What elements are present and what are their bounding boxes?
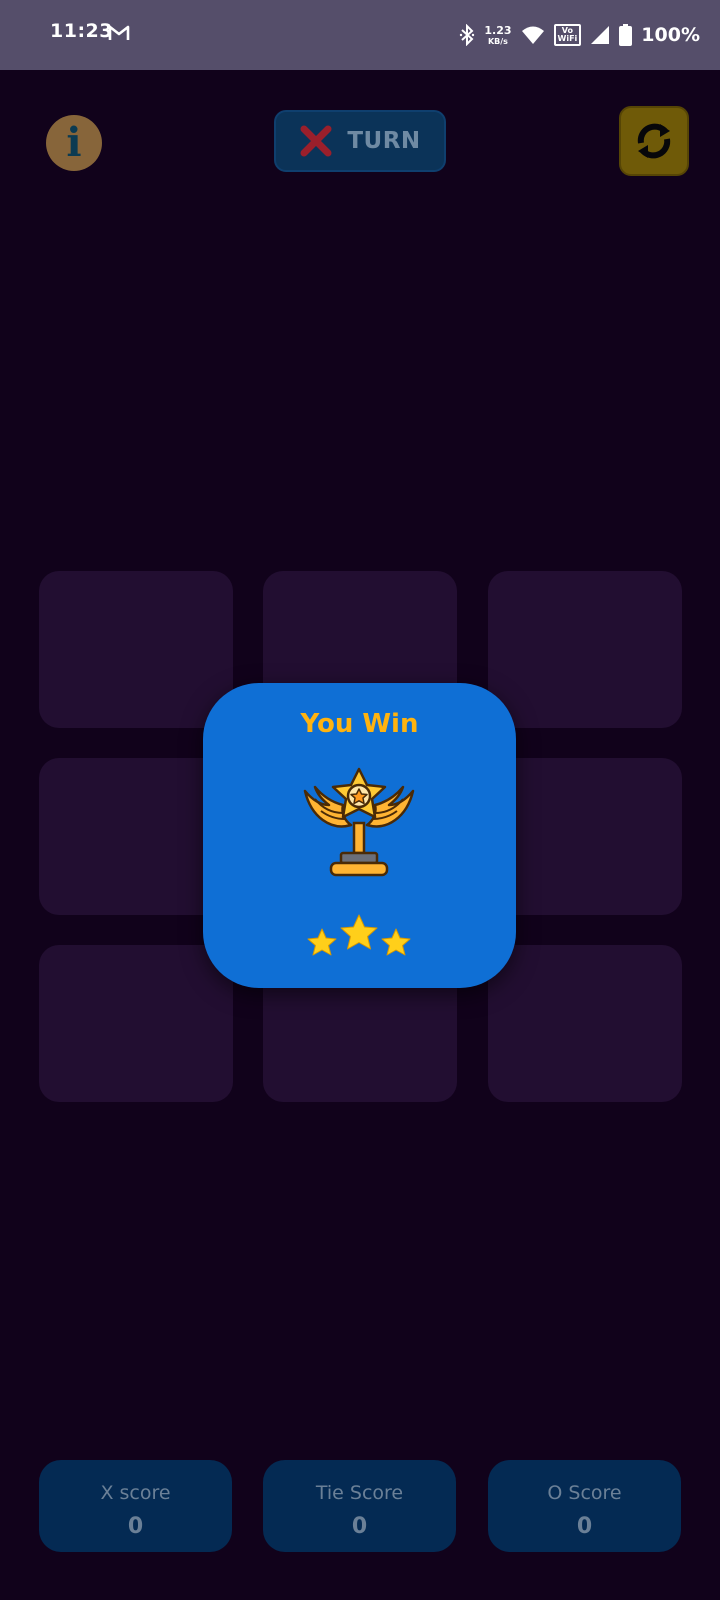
score-o: O Score 0 [488, 1460, 681, 1552]
board-cell-3[interactable] [488, 571, 682, 728]
restart-button[interactable] [619, 106, 689, 176]
win-dialog[interactable]: You Win [203, 683, 516, 988]
score-x-label: X score [100, 1482, 171, 1504]
star-rating [307, 914, 411, 956]
board-cell-7[interactable] [39, 945, 233, 1102]
board-cell-9[interactable] [488, 945, 682, 1102]
win-title: You Win [300, 709, 419, 739]
score-x-value: 0 [127, 1514, 144, 1539]
turn-indicator: TURN [274, 110, 446, 172]
star-icon [340, 914, 378, 950]
board-cell-6[interactable] [488, 758, 682, 915]
score-o-label: O Score [547, 1482, 622, 1504]
star-icon [307, 928, 337, 956]
info-button[interactable]: i [46, 115, 102, 171]
score-o-value: 0 [576, 1514, 593, 1539]
star-icon [381, 928, 411, 956]
score-x: X score 0 [39, 1460, 232, 1552]
winged-star-trophy-icon [303, 767, 415, 877]
score-tie-value: 0 [351, 1514, 368, 1539]
score-tie: Tie Score 0 [263, 1460, 456, 1552]
info-icon: i [66, 119, 82, 166]
score-tie-label: Tie Score [315, 1482, 404, 1504]
board-cell-1[interactable] [39, 571, 233, 728]
turn-label: TURN [347, 128, 421, 154]
refresh-icon [637, 123, 671, 159]
x-mark-icon [300, 125, 332, 157]
